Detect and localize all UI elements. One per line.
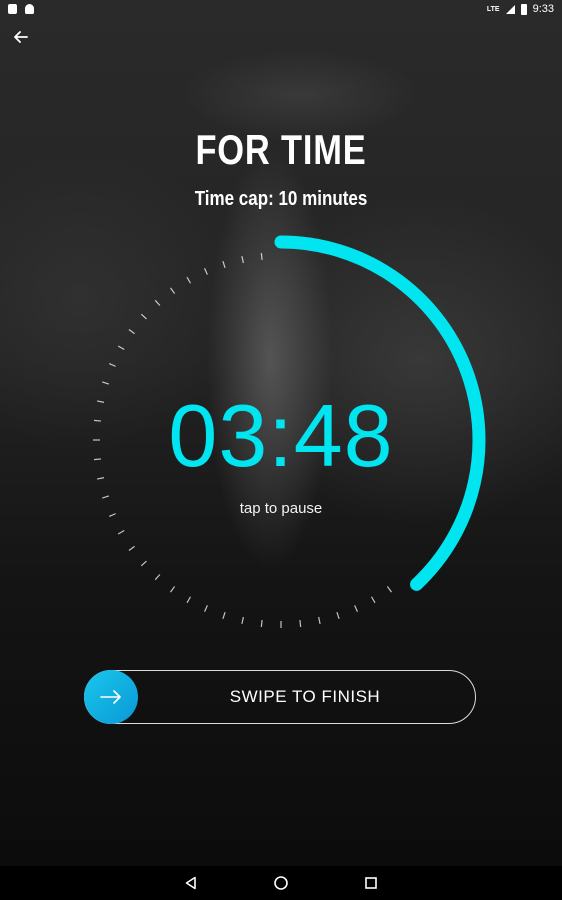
dial-tick (260, 619, 263, 628)
dial-tick (354, 605, 359, 612)
dial-tick (241, 616, 244, 625)
swipe-to-finish-slider[interactable]: SWIPE TO FINISH (83, 669, 476, 724)
dial-tick (154, 574, 161, 581)
timer-display[interactable]: 03:48 (0, 385, 562, 487)
nav-back-button[interactable] (181, 873, 201, 893)
dial-tick (170, 586, 176, 593)
tap-to-pause-hint: tap to pause (239, 500, 323, 517)
dial-tick (117, 345, 125, 351)
dial-tick (370, 596, 376, 604)
dial-tick (241, 255, 244, 264)
dial-tick (154, 299, 161, 306)
nav-recents-button[interactable] (361, 873, 381, 893)
arrow-right-icon (99, 689, 121, 704)
nav-home-button[interactable] (271, 873, 291, 893)
dial-tick (128, 545, 135, 551)
dial-tick (102, 381, 110, 385)
dial-tick (170, 287, 176, 294)
dial-tick (203, 268, 208, 275)
dial-tick (203, 605, 208, 612)
dial-tick (109, 362, 116, 367)
dial-tick (318, 616, 321, 625)
swipe-label: SWIPE TO FINISH (229, 686, 381, 706)
dial-tick (140, 313, 147, 320)
dial-tick (260, 252, 263, 261)
dial-tick (117, 529, 125, 535)
dial-tick (299, 619, 302, 628)
dial-tick (336, 611, 340, 619)
swipe-knob[interactable] (83, 669, 138, 724)
back-triangle-icon (185, 876, 196, 890)
navigation-bar (0, 866, 562, 900)
dial-tick (186, 276, 192, 284)
dial-tick (128, 329, 135, 335)
dial-tick (140, 560, 147, 567)
dial-tick (222, 261, 226, 269)
dial-tick (222, 611, 226, 619)
recents-square-icon (365, 877, 377, 889)
home-circle-icon (274, 876, 288, 890)
dial-tick (102, 495, 110, 499)
dial-tick (386, 586, 392, 593)
dial-tick (186, 596, 192, 604)
